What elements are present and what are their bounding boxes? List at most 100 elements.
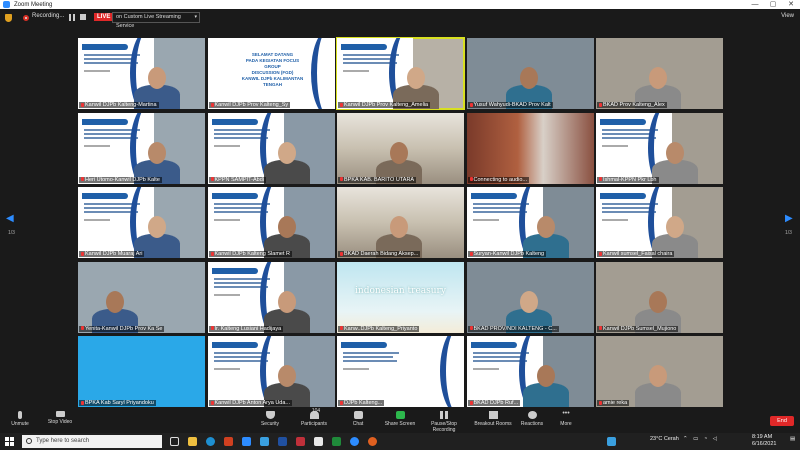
muted-mic-icon xyxy=(599,400,602,405)
taskbar-search-input[interactable]: Type here to search xyxy=(22,435,162,448)
word-icon[interactable] xyxy=(278,437,287,446)
participant-tile[interactable]: BKAD Daerah Bidang Aksep... xyxy=(337,187,464,258)
pause-icon xyxy=(440,411,448,419)
tray-app-icon[interactable] xyxy=(607,437,616,446)
participant-tile[interactable]: BKAD DJPb Ruf... xyxy=(466,336,594,407)
muted-mic-icon xyxy=(210,400,214,405)
participant-face xyxy=(649,290,667,313)
edge-browser-icon[interactable] xyxy=(206,437,215,446)
welcome-text: PADA KEGIATAN FOCUS GROUP xyxy=(245,58,300,69)
participant-name: DJPb Kalteng... xyxy=(338,400,385,406)
participant-tile[interactable]: Kanwil DJPb Sumsel_Mujiono xyxy=(596,261,723,333)
security-button[interactable]: Security xyxy=(250,411,290,427)
stream-label: on Custom Live Streaming Service xyxy=(116,14,181,29)
zoom-app-icon[interactable] xyxy=(350,437,359,446)
muted-mic-icon xyxy=(469,400,473,405)
view-button[interactable]: View xyxy=(781,13,794,19)
zoom-logo-icon xyxy=(3,1,10,8)
unmute-button[interactable]: Unmute xyxy=(0,411,40,427)
participant-tile[interactable]: Connecting to audio... xyxy=(466,112,594,184)
participant-tile[interactable]: Kanwil DJPb Kalteng Slamet R xyxy=(207,187,335,258)
breakout-rooms-button[interactable]: Breakout Rooms xyxy=(473,411,513,427)
close-button[interactable]: ✕ xyxy=(782,0,800,9)
participant-tile[interactable]: Kanwil DJPb Kalteng-Martina xyxy=(78,38,205,109)
muted-mic-icon xyxy=(210,326,214,331)
breakout-rooms-icon xyxy=(488,411,498,419)
security-shield-icon[interactable] xyxy=(5,14,12,22)
participant-tile[interactable]: Suryan-Kanwil DJPb Kalteng xyxy=(466,187,594,258)
chat-bubble-icon xyxy=(353,411,363,419)
participant-face xyxy=(106,290,124,313)
participant-face xyxy=(666,216,684,238)
participant-tile[interactable]: Ir. Kalteng Lusiani Hadijaya xyxy=(207,261,335,333)
firefox-icon[interactable] xyxy=(368,437,377,446)
notifications-icon[interactable]: ▤ xyxy=(790,436,795,442)
stop-recording-button[interactable] xyxy=(80,14,86,20)
video-camera-icon xyxy=(55,411,65,417)
maximize-button[interactable]: ▢ xyxy=(764,0,782,9)
meeting-toolbar: Unmute Stop Video Security Participants … xyxy=(0,408,800,433)
participant-tile[interactable]: Yenita-Kanwil DJPb Prov Ka Se xyxy=(78,261,205,333)
participant-name: Yusuf Wahyudi-BKAD Prov Kalt xyxy=(467,102,553,108)
participant-tile[interactable]: BPKA Kab Saryl Priyandoku xyxy=(78,336,205,407)
end-meeting-button[interactable]: End xyxy=(770,416,794,426)
participant-name-label: Kanwil DJPb Prov Kalteng_Sy xyxy=(214,102,289,108)
clock-time[interactable]: 8:19 AM xyxy=(752,434,772,440)
participant-tile[interactable]: BKAD PROV/NDI KALTENG - C... xyxy=(466,261,594,333)
office-icon[interactable] xyxy=(224,437,233,446)
pause-recording-toolbar-button[interactable]: Pause/Stop Recording xyxy=(420,411,468,433)
stop-video-button[interactable]: Stop Video xyxy=(40,411,80,425)
participant-name: Kanwil sumsel_Faisal chaira xyxy=(597,251,675,257)
participant-tile[interactable]: Kanwil DJPb Anton Arya Uda... xyxy=(207,336,335,407)
participant-name: BKAD Daerah Bidang Aksep... xyxy=(338,251,421,257)
prev-page-icon[interactable]: ◀ xyxy=(6,213,14,224)
clock-date[interactable]: 6/16/2021 xyxy=(752,441,776,447)
search-icon xyxy=(26,438,32,444)
participant-name: Connecting to audio... xyxy=(467,176,530,183)
app-icon[interactable] xyxy=(314,437,323,446)
participant-tile[interactable]: KPPN SAMPIT-Abdi xyxy=(207,112,335,184)
minimize-button[interactable]: — xyxy=(746,0,764,9)
participant-name: BKAD PROV/NDI KALTENG - C... xyxy=(467,325,559,332)
participant-name-label: BPKA Kab Saryl Priyandoku xyxy=(85,400,154,406)
more-dots-icon: ••• xyxy=(562,410,570,417)
participant-face xyxy=(148,141,166,164)
pdf-icon[interactable] xyxy=(296,437,305,446)
zoom-taskbar-icon[interactable] xyxy=(242,437,251,446)
muted-mic-icon xyxy=(599,251,602,256)
share-screen-button[interactable]: Share Screen xyxy=(380,411,420,427)
app-l-icon[interactable] xyxy=(260,437,269,446)
windows-start-icon[interactable] xyxy=(5,437,14,446)
more-button[interactable]: ••• More xyxy=(546,410,586,427)
participant-tile[interactable]: BPKA KAB. BARITO UTARA xyxy=(337,112,464,184)
weather-widget[interactable]: 23°C Cerah xyxy=(650,436,679,442)
participant-name-label: Kanwil DJPb Muaraj Ari xyxy=(85,251,143,257)
participant-tile[interactable]: Kanwil DJPb Muaraj Ari xyxy=(78,187,205,258)
participant-tile[interactable]: amie reka xyxy=(596,336,723,407)
participant-name: Kanwil DJPb Prov Kalteng_Sy xyxy=(208,102,291,108)
participant-tile[interactable]: SELAMAT DATANG PADA KEGIATAN FOCUS GROUP D… xyxy=(207,38,335,109)
system-tray-icons[interactable]: ⌃ ▭ ◔ ◁ xyxy=(683,436,719,442)
treasury-banner: indonesian treasury xyxy=(355,285,446,296)
task-view-icon[interactable] xyxy=(170,437,179,446)
participant-tile[interactable]: indonesian treasury Kanw..DJPb Kalteng_Pr… xyxy=(337,261,464,333)
participant-tile[interactable]: DJPb Kalteng... xyxy=(337,336,464,407)
excel-icon[interactable] xyxy=(332,437,341,446)
participant-tile[interactable]: Yusuf Wahyudi-BKAD Prov Kalt xyxy=(466,38,594,109)
participant-tile[interactable]: Kanwil sumsel_Faisal chaira xyxy=(596,187,723,258)
participant-name-label: Ishmal-KPPN Pkr Lbh xyxy=(603,176,657,183)
muted-mic-icon xyxy=(210,251,214,256)
stream-dropdown[interactable]: on Custom Live Streaming Service ▾ xyxy=(112,12,200,29)
participant-tile[interactable]: BKAD Prov Kalteng_Alex xyxy=(596,38,723,109)
participant-tile[interactable]: Ishmal-KPPN Pkr Lbh xyxy=(596,112,723,184)
participant-name-label: Kanwil DJPb Prov Kalteng_Amelia xyxy=(344,102,429,108)
chat-button[interactable]: Chat xyxy=(338,411,378,427)
next-page-icon[interactable]: ▶ xyxy=(785,213,793,224)
muted-mic-icon xyxy=(81,400,84,405)
participant-tile[interactable]: Heri Utomo-Kanwil DJPb Kalte xyxy=(78,112,205,184)
participant-tile[interactable]: Kanwil DJPb Prov Kalteng_Amelia xyxy=(336,37,465,110)
pause-recording-button[interactable] xyxy=(69,14,75,21)
smiley-icon xyxy=(527,411,537,419)
file-explorer-icon[interactable] xyxy=(188,437,197,446)
fgd-slide xyxy=(337,336,464,407)
